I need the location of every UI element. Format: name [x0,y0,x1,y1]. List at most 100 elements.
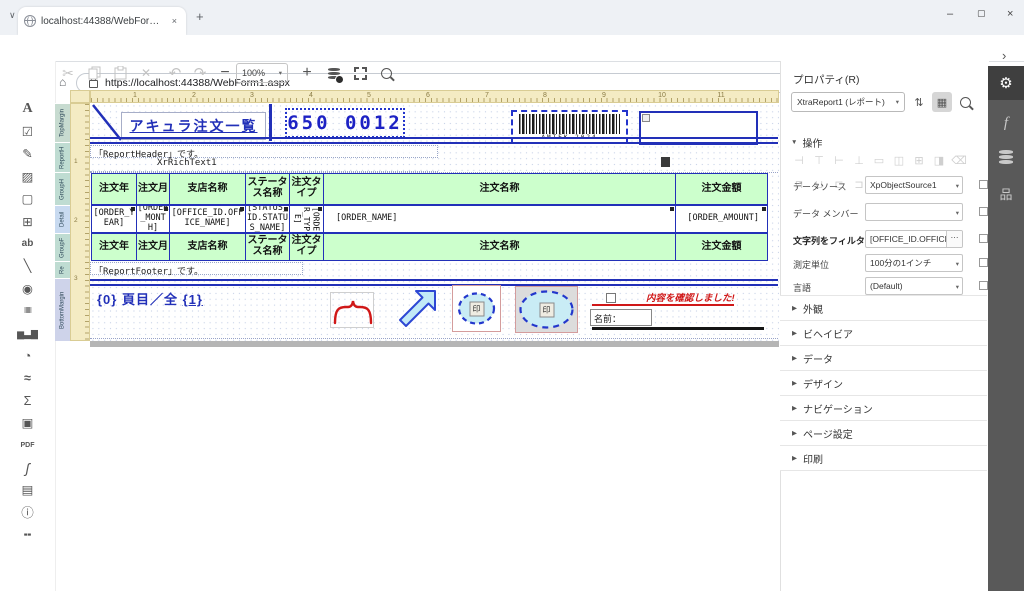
detail-cell[interactable]: [OFFICE_ID.OFFICE_NAME] [170,206,246,232]
tab-search-chevron-icon[interactable]: ∨ [9,10,16,21]
section-design[interactable]: ▶デザイン [780,370,987,395]
diagonal-line-shape[interactable] [92,104,122,141]
properties-tab-gear-icon[interactable]: ⚙ [988,66,1024,100]
toolbox-picture-box-tool[interactable]: ▨ [0,168,55,186]
cut-icon[interactable]: ✂ [56,62,80,84]
toolbox-gauge-tool[interactable]: ◔ [0,347,55,365]
detail-cell[interactable]: [ORDER_TYPE] [290,206,324,232]
brace-shape[interactable] [330,292,374,328]
footer-cell[interactable]: ステータス名称 [246,234,290,260]
undo-icon[interactable]: ↶ [163,62,187,84]
collapse-panel-chevron-icon[interactable]: › [1002,48,1006,63]
toolbox-panel-tool[interactable]: ▢ [0,190,55,208]
property-checkbox[interactable] [979,180,988,189]
toolbox-barcode-tool[interactable]: ‖‖‖ [0,302,55,320]
toolbox-form-tool[interactable]: ▣ [0,414,55,432]
header-cell[interactable]: 支店名称 [170,174,246,204]
detail-cell[interactable]: [ORDER_MONTH] [137,206,170,232]
zoom-select[interactable]: 100% ▾ [236,63,288,83]
header-cell[interactable]: 注文タイプ [290,174,324,204]
sort-az-icon[interactable]: ⇅ [909,92,929,112]
detail-cell[interactable]: [ORDER_YEAR] [92,206,137,232]
window-close-button[interactable]: × [1007,8,1013,20]
new-tab-button[interactable]: + [196,9,204,24]
band-report-header[interactable]: ReportH [55,142,70,172]
paste-icon[interactable] [108,62,132,84]
toolbox-check-box-tool[interactable]: ☑ [0,123,55,141]
footer-cell[interactable]: 注文名称 [324,234,676,260]
confirm-checkbox[interactable] [606,293,616,303]
preview-icon[interactable] [374,62,398,84]
validate-bindings-icon[interactable] [322,62,346,84]
report-footer-text[interactable]: 「ReportFooter」です。 [90,262,303,275]
toolbox-table-tool[interactable]: ⊞ [0,213,55,231]
band-group-footer[interactable]: GroupF [55,233,70,261]
header-cell[interactable]: 注文年 [92,174,137,204]
toolbox-summary-tool[interactable]: Σ [0,392,55,410]
toolbox-label-tool[interactable]: A [0,100,55,118]
footer-cell[interactable]: 注文月 [137,234,170,260]
measureunit-dropdown[interactable]: 100分の1インチ ▾ [865,254,963,272]
report-explorer-tab-tree-icon[interactable]: 品 [988,178,1024,208]
section-navigation[interactable]: ▶ナビゲーション [780,395,987,420]
toolbox-table-of-contents-tool[interactable]: ▤ [0,481,55,499]
band-top-margin[interactable]: TopMargin [55,103,70,142]
section-behavior[interactable]: ▶ビヘイビア [780,320,987,345]
delete-icon[interactable]: ✕ [134,62,158,84]
footer-cell[interactable]: 支店名称 [170,234,246,260]
window-maximize-button[interactable]: ▢ [977,8,986,19]
lcd-number-label[interactable]: 650 0012 [285,108,405,138]
smart-tag[interactable] [661,157,670,167]
zoom-out-icon[interactable]: − [213,62,237,84]
band-bottom-margin[interactable]: BottomMargin [55,278,70,341]
toolbox-chart-tool[interactable]: ▆▃▇ [0,325,55,343]
stamp-ellipse-shape-selected[interactable]: 印 [515,286,578,333]
toolbox-sparkline-tool[interactable]: ≈ [0,369,55,387]
field-list-tab-database-icon[interactable] [988,142,1024,172]
footer-cell[interactable]: 注文タイプ [290,234,324,260]
operations-section-header[interactable]: ▼ 操作 [791,135,822,150]
datamember-dropdown[interactable]: ▾ [865,203,963,221]
band-detail[interactable]: Detail [55,205,70,233]
language-dropdown[interactable]: (Default) ▾ [865,277,963,295]
footer-cell[interactable]: 注文金額 [676,234,767,260]
band-report-footer[interactable]: Re [55,261,70,278]
footer-cell[interactable]: 注文年 [92,234,137,260]
toolbox-line-tool[interactable]: ╲ [0,257,55,275]
vertical-line-shape[interactable] [269,104,272,141]
report-design-surface[interactable]: アキュラ注文一覧 650 0012 AMTEK 2024 「ReportHead… [90,103,779,341]
section-page-settings[interactable]: ▶ページ設定 [780,420,987,445]
detail-cell[interactable]: [ORDER_NAME] [324,206,676,232]
arrow-shape[interactable] [393,286,440,333]
signature-line-shape[interactable] [592,327,764,330]
ellipsis-button[interactable]: ⋯ [946,231,962,247]
fullscreen-icon[interactable] [348,62,372,84]
section-data[interactable]: ▶データ [780,345,987,370]
window-minimize-button[interactable]: – [947,8,953,20]
red-underline-shape[interactable] [592,304,734,306]
copy-icon[interactable] [82,62,106,84]
tab-close-icon[interactable]: × [169,16,180,26]
property-checkbox[interactable] [979,207,988,216]
band-group-header[interactable]: GroupH [55,172,70,205]
section-print[interactable]: ▶印刷 [780,445,987,471]
page-info-label[interactable]: {0} 頁目／全 {1} [97,289,203,308]
detail-cell[interactable]: [STATUS_ID.STATUS_NAME] [246,206,290,232]
toolbox-signature-tool[interactable]: ʃ [0,459,55,477]
toolbox-shape-tool[interactable]: ◉ [0,280,55,298]
report-title-label[interactable]: アキュラ注文一覧 [121,112,266,140]
control-selector-dropdown[interactable]: XtraReport1 (レポート) ▾ [791,92,905,112]
property-checkbox[interactable] [979,281,988,290]
toolbox-page-info-tool[interactable]: ⓘ [0,504,55,522]
datasource-dropdown[interactable]: XpObjectSource1 ▾ [865,176,963,194]
header-cell[interactable]: 注文名称 [324,174,676,204]
toolbox-pdf-content-tool[interactable]: PDF [0,437,55,455]
property-checkbox[interactable] [979,234,988,243]
toolbox-page-break-tool[interactable]: ╍ [0,526,55,544]
report-header-text[interactable]: 「ReportHeader」です。 [90,145,438,158]
zoom-in-icon[interactable]: + [295,62,319,84]
redo-icon[interactable]: ↷ [188,62,212,84]
search-icon[interactable] [955,92,975,112]
toolbox-rich-text-tool[interactable]: ✎ [0,145,55,163]
rich-text-control[interactable]: XrRichText1 [90,158,438,172]
